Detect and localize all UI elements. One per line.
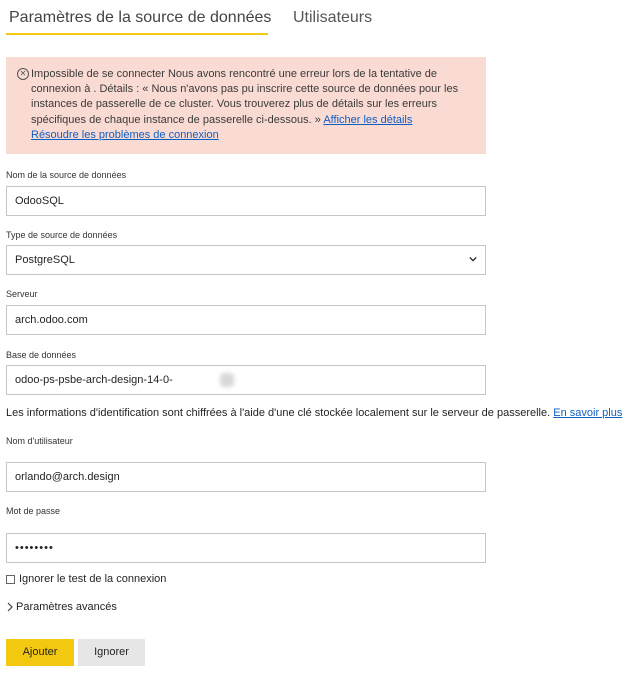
active-tab-indicator [6,33,268,35]
server-label: Serveur [6,289,38,299]
add-button[interactable]: Ajouter [6,639,74,666]
error-line-1: Impossible de se connecter Nous avons re… [31,68,438,80]
credentials-info: Les informations d'identification sont c… [6,407,622,419]
error-banner: ✕ Impossible de se connecter Nous avons … [6,57,486,154]
advanced-settings-toggle[interactable]: Paramètres avancés [6,601,117,613]
skip-test-label: Ignorer le test de la connexion [19,573,167,585]
learn-more-link[interactable]: En savoir plus [553,407,622,419]
datasource-type-value: PostgreSQL [15,254,75,266]
skip-test-row[interactable]: Ignorer le test de la connexion [6,573,166,585]
server-input[interactable] [6,305,486,335]
chevron-down-icon [469,256,477,262]
show-details-link[interactable]: Afficher les détails [323,114,412,126]
credentials-info-text: Les informations d'identification sont c… [6,407,551,419]
error-line-3: instances de passerelle de ce cluster. V… [31,98,437,111]
circle-x-icon: ✕ [17,68,29,80]
advanced-settings-label: Paramètres avancés [16,601,117,613]
tab-datasource-settings[interactable]: Paramètres de la source de données [9,8,271,28]
redacted-text [220,373,234,387]
datasource-name-label: Nom de la source de données [6,170,127,180]
tab-bar: Paramètres de la source de données Utili… [0,0,642,36]
username-input[interactable] [6,462,486,492]
database-input[interactable]: odoo-ps-psbe-arch-design-14-0- [6,365,486,395]
troubleshoot-link[interactable]: Résoudre les problèmes de connexion [31,129,219,141]
username-label: Nom d'utilisateur [6,436,73,446]
password-input[interactable] [6,533,486,563]
datasource-type-label: Type de source de données [6,230,118,240]
tab-users[interactable]: Utilisateurs [293,8,372,28]
database-value: odoo-ps-psbe-arch-design-14-0- [15,374,173,386]
skip-test-checkbox[interactable] [6,574,15,584]
chevron-right-icon [7,602,13,612]
error-line-2: connexion à . Détails : « Nous n'avons p… [31,83,459,96]
ignore-button[interactable]: Ignorer [78,639,145,666]
error-line-4-row: spécifiques de chaque instance de passer… [31,113,476,128]
datasource-type-select[interactable]: PostgreSQL [6,245,486,275]
datasource-name-input[interactable] [6,186,486,216]
error-line-4: spécifiques de chaque instance de passer… [31,113,321,126]
database-label: Base de données [6,350,77,360]
password-label: Mot de passe [6,506,61,516]
